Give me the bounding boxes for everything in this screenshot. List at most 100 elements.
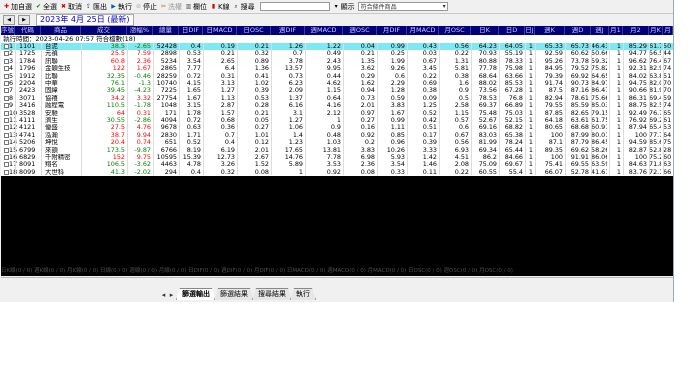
next-date-button[interactable]: ▶ [18,14,30,25]
filter-select[interactable]: 符合條件商品 ▾ [357,2,448,11]
table-cell: 2.67 [254,154,269,161]
column-header[interactable]: 週J [591,26,609,35]
table-row[interactable]: 17 8091 翔名 106.5 -3.62 4463 4.78 3.26 1.52 5.89 3.… [1,161,673,169]
table-row[interactable]: 8 3071 協禧 34.2 3.32 27754 1.67 1.13 0.53 1.37 0.64… [1,94,673,103]
tab-3[interactable]: 執行 [290,288,316,300]
table-row[interactable]: 14 5206 坤悅 20.4 0.74 651 0.52 0.4 0.12 1.23 1.03 0.… [1,139,673,147]
table-row[interactable]: 7 2423 固緯 39.45 -4.23 7225 1.65 1.27 0.39 2.09 1.1… [1,87,673,95]
table-row[interactable]: 12 4121 優盛 27.5 4.76 9678 0.63 0.36 0.27 1.06 0.9 0… [1,124,673,132]
table-row[interactable]: 2 1725 元禎 25.5 7.59 2898 0.53 0.21 0.32 0.7 0.49 0.… [1,50,673,58]
table-row[interactable]: 5 1912 比聯 32.35 -0.46 28259 0.72 0.31 0.41 0.73 0.… [1,72,673,81]
table-cell: 0.43 [422,43,437,50]
table-cell: 1.03 [326,139,341,147]
table-row[interactable]: 18 8099 大世科 41.3 -2.02 294 0.4 0.32 0.08 1 0.92 0.0… [1,168,673,177]
table-row[interactable]: 6 2204 中華 76.1 -1.3 10740 4.15 3.13 1.02 6.23 4.62… [1,80,673,88]
table-cell: 2.43 [326,57,341,65]
horizontal-scrollbar[interactable] [1,277,673,285]
column-header[interactable]: 商品 [41,26,81,35]
table-cell: 65.33 [544,43,563,50]
column-header[interactable]: 日DIF [179,26,203,35]
table-cell: 65.38 [504,131,523,139]
disabled-icon: ⊘ [135,3,142,10]
table-row[interactable]: 1 1 4111 濟生 30.55 -2.86 4094 0.72 0.68 0.05 1.27 1 0… [1,117,673,125]
table-cell: 0.7 [224,131,235,139]
column-header[interactable]: 日J [525,26,535,35]
toolbar-button-label: K線 [218,2,230,11]
column-header[interactable]: 總量 [153,26,179,35]
table-cell: 86.06 [591,154,607,161]
column-header[interactable]: 月OSC [439,26,471,35]
table-cell: 52.78 [570,168,589,176]
table-row[interactable]: 16 6829 千附精密 152 9.75 10595 15.39 12.73 2.67 14.7… [1,154,673,162]
column-header[interactable]: 月DIF [377,26,407,35]
table-cell: 91.74 [544,80,563,87]
toolbar-button-6[interactable]: ✂ 洗權 [160,2,182,12]
table-row[interactable]: 3 1784 訊聯 60.8 2.36 5234 3.54 2.65 0.89 3.78 2.43 1… [1,57,673,66]
tab-1[interactable]: 篩選結果 [214,288,254,300]
table-cell: 0.59 [390,94,405,102]
column-header[interactable]: 月2 [623,26,649,35]
table-cell: 60.91 [591,124,607,132]
table-cell: 75.03 [504,109,523,117]
column-header[interactable]: 月MACD [407,26,439,35]
column-header[interactable]: 日K [471,26,499,35]
column-header[interactable]: 月1 [609,26,623,35]
tab-0[interactable]: 篩選輸出 [176,288,216,300]
column-header[interactable]: 週DIF [271,26,305,35]
date-display[interactable]: 2023年 4月 25日 (最新) [36,13,134,26]
table-cell: 1 [616,50,621,58]
toolbar-button-0[interactable]: ✚ 加自選 [3,2,32,12]
column-header[interactable]: 日MACD [203,26,237,35]
toolbar-button-3[interactable]: ⇪ 匯出 [85,2,107,12]
column-header[interactable]: 月K [649,26,663,35]
table-row[interactable]: 9 3416 融程電 110.5 -1.78 1048 3.15 2.87 0.28 6.16 4.… [1,102,673,110]
table-row[interactable]: 13 4741 泓瀚 38.7 9.94 2830 1.71 0.7 1.01 1.4 0.48 0.… [1,131,673,140]
results-grid[interactable]: 序號 代碼 商品 成交 漲幅% 總量 日DIF 日MACD 日OSC 週DIF 週MACD 週OSC 月… [1,26,673,266]
toolbar-button-2[interactable]: ✖ 取消 [60,2,82,12]
table-cell: 0.19 [220,43,235,50]
table-cell: 82.5 [649,102,661,110]
table-row[interactable]: 1 1101 台泥 38.5 -2.65 52428 0.4 0.19 0.21 1.26 1.22… [1,43,673,51]
table-cell: 7225 [160,87,177,95]
toolbar-button-7[interactable]: ▥ 欄位 [185,2,207,12]
column-header[interactable]: 日OSC [237,26,271,35]
table-cell: 1 [616,124,621,132]
tab-next-arrow[interactable]: ▸ [168,290,175,300]
column-header[interactable]: 代碼 [15,26,41,35]
table-cell: 3.33 [422,146,437,154]
toolbar-button-5[interactable]: ⊘ 停止 [135,2,157,12]
column-header[interactable]: 週D [565,26,591,35]
column-header[interactable]: 漲幅% [127,26,153,35]
table-cell: 0.27 [254,124,269,132]
prev-date-button[interactable]: ◀ [3,14,15,25]
table-row[interactable]: 15 6799 來頡 173.5 -9.87 6766 8.19 6.19 2.01 17.65 1… [1,146,673,155]
column-header[interactable]: 週K [535,26,565,35]
tab-2[interactable]: 搜尋結果 [252,288,292,300]
table-row[interactable]: 10 3528 安馳 64 0.31 171 1.78 1.57 0.21 3.1 2.12 0.97… [1,109,673,118]
table-cell: 91.91 [570,154,589,161]
tab-prev-arrow[interactable]: ◂ [160,290,167,300]
table-cell: -3.62 [134,161,151,169]
date-bar: ◀ ▶ 2023年 4月 25日 (最新) [0,13,673,26]
column-header[interactable]: 日D [499,26,525,35]
column-header[interactable]: 月D [663,26,673,43]
table-cell: 1 [616,117,621,124]
column-header[interactable]: 序號 [1,26,15,35]
toolbar-button-9[interactable]: ⌕ 搜尋 [233,2,254,12]
table-cell: 6.16 [288,102,303,110]
toolbar-button-8[interactable]: ▮ K線 [210,2,230,12]
table-cell: 8099 [19,168,36,176]
table-cell: 0.68 [220,117,235,124]
column-header[interactable]: 週OSC [343,26,377,35]
table-cell: 69.67 [504,161,523,169]
grid-divider [591,43,592,175]
table-cell: 1.37 [288,94,303,102]
toolbar-button-4[interactable]: ▶ 執行 [110,2,132,12]
table-cell: 0.03 [422,50,437,58]
toolbar-button-1[interactable]: ✔ 全選 [35,2,57,12]
table-row[interactable]: 4 1796 金穎生技 122 1.67 2865 7.77 6.4 1.36 13.57 9.95… [1,65,673,73]
table-cell: 0.48 [326,131,341,139]
column-header[interactable]: 成交 [81,26,127,35]
column-header[interactable]: 週MACD [305,26,343,35]
search-input[interactable] [259,2,330,11]
